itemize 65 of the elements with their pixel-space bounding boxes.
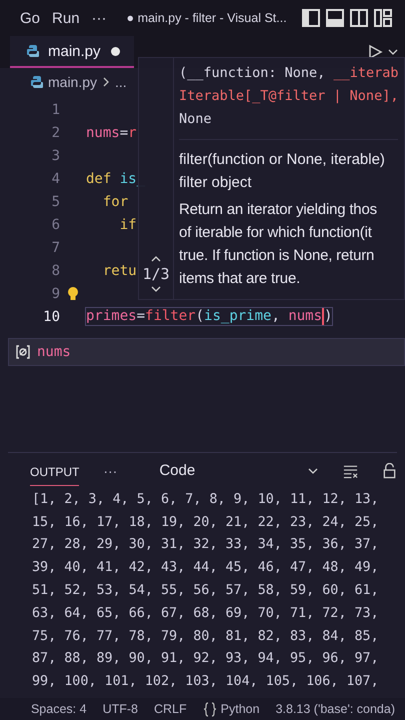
- status-item[interactable]: 3.8.13 ('base': conda): [276, 702, 395, 716]
- signature-line: None: [179, 110, 213, 129]
- description-line: items that are true.: [179, 269, 302, 289]
- menu-item[interactable]: Run: [52, 10, 80, 26]
- doc-line: filter object: [179, 173, 253, 193]
- status-item[interactable]: UTF-8: [102, 702, 138, 716]
- sidebar-layout-icon[interactable]: [300, 8, 321, 28]
- python-icon: [30, 75, 44, 89]
- status-item[interactable]: Spaces: 4: [30, 702, 87, 716]
- line-number: 10: [42, 308, 60, 324]
- suggestion-item[interactable]: nums: [8, 338, 405, 366]
- panel-tab[interactable]: OUTPUT: [30, 455, 80, 486]
- editor-tab[interactable]: main.py: [10, 36, 134, 68]
- output-line: [1, 2, 3, 4, 5, 6, 7, 8, 9, 10, 11, 12, 13,: [31, 490, 380, 509]
- breadcrumb-item[interactable]: ...: [115, 74, 127, 90]
- line-number: 4: [50, 170, 60, 186]
- window-title: ● main.py - filter - Visual St...: [126, 11, 287, 25]
- line-number: 6: [50, 216, 60, 232]
- code-line: def is_: [86, 170, 146, 186]
- menu-item[interactable]: Go: [20, 10, 40, 26]
- breadcrumb-item[interactable]: main.py: [48, 74, 98, 90]
- status-item[interactable]: Python: [202, 702, 260, 716]
- code-line: primes=filter(is_prime, nums): [86, 308, 332, 325]
- signature-line: Iterable[_T@filter | None],: [179, 87, 398, 106]
- description-line: Return an iterator yielding thos: [179, 200, 378, 220]
- overload-counter: 1/3: [142, 265, 170, 283]
- output-line: 63, 64, 65, 66, 67, 68, 69, 70, 71, 72, 73,: [31, 604, 380, 623]
- lightbulb-icon[interactable]: [67, 286, 79, 302]
- line-number: 2: [50, 124, 60, 140]
- grid-layout-icon[interactable]: [372, 8, 393, 28]
- code-line: nums=r: [86, 124, 137, 140]
- menu-item[interactable]: ···: [92, 10, 107, 26]
- code-line: if: [118, 216, 137, 232]
- line-number: 3: [50, 148, 60, 164]
- line-number: 7: [50, 240, 60, 256]
- line-number: 8: [50, 262, 60, 278]
- code-line: retu: [102, 262, 137, 278]
- output-line: 87, 88, 89, 90, 91, 92, 93, 94, 95, 96, 97,: [31, 650, 380, 668]
- signature-line: (__function: None, __iterab: [179, 64, 398, 83]
- output-line: 99, 100, 101, 102, 103, 104, 105, 106, 107,: [31, 673, 380, 692]
- output-line: 39, 40, 41, 42, 43, 44, 45, 46, 47, 48, 49,: [31, 559, 380, 578]
- split-layout-icon[interactable]: [348, 8, 369, 28]
- chevron-right-icon: [101, 76, 112, 88]
- run-icon: [367, 44, 383, 60]
- variable-icon: [15, 344, 31, 360]
- output-line: 15, 16, 17, 18, 19, 20, 21, 22, 23, 24, 25,: [31, 514, 380, 532]
- unsaved-dot-icon: [111, 46, 120, 56]
- line-number: 1: [50, 102, 60, 118]
- python-icon: [26, 44, 40, 58]
- doc-line: filter(function or None, iterable): [179, 150, 386, 170]
- description-line: of iterable for which function(it: [179, 223, 373, 243]
- output-channel-dropdown[interactable]: Code: [159, 462, 319, 480]
- status-item[interactable]: CRLF: [154, 702, 187, 716]
- output-line: 27, 28, 29, 30, 31, 32, 33, 34, 35, 36, 37,: [31, 536, 380, 554]
- line-number: 9: [50, 286, 60, 302]
- line-number: 5: [50, 194, 60, 210]
- panel-layout-icon[interactable]: [324, 8, 345, 28]
- more-actions-button[interactable]: ···: [103, 462, 118, 479]
- braces-icon: [202, 702, 217, 716]
- output-line: 51, 52, 53, 54, 55, 56, 57, 58, 59, 60, 61,: [31, 582, 380, 600]
- lock-icon: [382, 462, 397, 479]
- code-line: for: [102, 194, 128, 210]
- output-line: 75, 76, 77, 78, 79, 80, 81, 82, 83, 84, 85,: [31, 628, 380, 646]
- clear-output-icon: [342, 462, 358, 479]
- description-line: true. If function is None, return: [179, 246, 376, 266]
